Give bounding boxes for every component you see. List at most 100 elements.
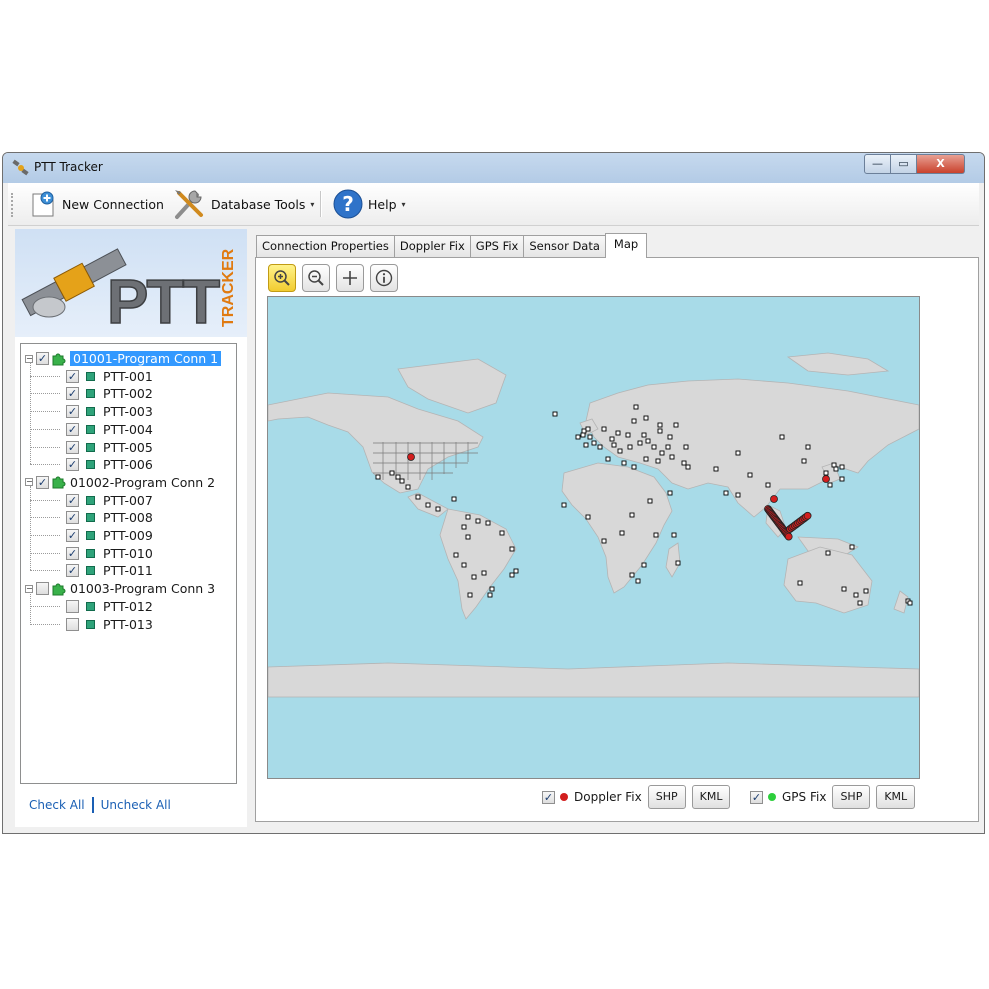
gps-fix-marker[interactable]: [667, 434, 673, 440]
gps-fix-marker[interactable]: [641, 432, 647, 438]
item-checkbox[interactable]: ✓: [66, 564, 79, 578]
tab-map[interactable]: Map: [604, 233, 648, 258]
gps-fix-marker[interactable]: [801, 458, 807, 464]
tree-item[interactable]: PTT-013: [66, 616, 153, 633]
tree-group-2[interactable]: − ✓ 01002-Program Conn 2: [25, 474, 215, 491]
gps-fix-marker[interactable]: [605, 456, 611, 462]
item-checkbox[interactable]: ✓: [66, 422, 79, 436]
item-checkbox[interactable]: ✓: [66, 493, 79, 507]
gps-fix-marker[interactable]: [611, 442, 617, 448]
gps-fix-marker[interactable]: [667, 490, 673, 496]
gps-fix-marker[interactable]: [587, 434, 593, 440]
gps-fix-marker[interactable]: [643, 456, 649, 462]
gps-fix-marker[interactable]: [489, 586, 495, 592]
tree-item[interactable]: ✓ PTT-006: [66, 456, 153, 473]
tree-item[interactable]: ✓ PTT-004: [66, 421, 153, 438]
world-map[interactable]: [267, 296, 920, 779]
gps-fix-marker[interactable]: [461, 524, 467, 530]
gps-fix-marker[interactable]: [619, 530, 625, 536]
gps-fix-marker[interactable]: [849, 544, 855, 550]
gps-fix-marker[interactable]: [655, 458, 661, 464]
gps-fix-marker[interactable]: [651, 444, 657, 450]
database-tools-button[interactable]: Database Tools ▾: [171, 188, 314, 220]
tab-sensor-data[interactable]: Sensor Data: [523, 235, 606, 257]
gps-fix-marker[interactable]: [405, 484, 411, 490]
tree-group-1[interactable]: − ✓ 01001-Program Conn 1: [25, 350, 222, 367]
gps-fix-marker[interactable]: [735, 492, 741, 498]
gps-fix-marker[interactable]: [471, 574, 477, 580]
tree-item[interactable]: ✓ PTT-005: [66, 439, 153, 456]
doppler-shp-button[interactable]: SHP: [647, 785, 686, 809]
gps-fix-marker[interactable]: [487, 592, 493, 598]
gps-fix-marker[interactable]: [509, 546, 515, 552]
doppler-fix-marker[interactable]: [407, 453, 415, 461]
group-checkbox[interactable]: ✓: [36, 352, 49, 365]
gps-fix-marker[interactable]: [621, 460, 627, 466]
gps-fix-marker[interactable]: [863, 588, 869, 594]
item-checkbox[interactable]: ✓: [66, 405, 79, 419]
gps-fix-marker[interactable]: [681, 460, 687, 466]
gps-fix-marker[interactable]: [671, 532, 677, 538]
tree-item[interactable]: ✓ PTT-001: [66, 368, 153, 385]
gps-fix-marker[interactable]: [395, 474, 401, 480]
gps-fix-checkbox[interactable]: ✓: [750, 790, 763, 804]
tab-doppler-fix[interactable]: Doppler Fix: [393, 235, 471, 257]
gps-fix-marker[interactable]: [627, 444, 633, 450]
gps-fix-marker[interactable]: [425, 502, 431, 508]
gps-fix-marker[interactable]: [461, 562, 467, 568]
tree-group-3[interactable]: − 01003-Program Conn 3: [25, 580, 215, 597]
gps-fix-marker[interactable]: [375, 474, 381, 480]
gps-fix-marker[interactable]: [481, 570, 487, 576]
item-checkbox[interactable]: ✓: [66, 529, 79, 542]
item-checkbox[interactable]: ✓: [66, 369, 79, 383]
tab-gps-fix[interactable]: GPS Fix: [469, 235, 525, 257]
tree-item[interactable]: ✓ PTT-008: [66, 509, 153, 526]
gps-fix-marker[interactable]: [827, 482, 833, 488]
collapse-icon[interactable]: −: [25, 354, 33, 363]
minimize-button[interactable]: —: [864, 154, 891, 174]
gps-fix-marker[interactable]: [643, 415, 649, 421]
gps-fix-marker[interactable]: [631, 464, 637, 470]
gps-fix-marker[interactable]: [561, 502, 567, 508]
identify-tool[interactable]: [370, 264, 398, 292]
gps-fix-marker[interactable]: [597, 444, 603, 450]
item-checkbox[interactable]: ✓: [66, 511, 79, 525]
gps-fix-marker[interactable]: [673, 422, 679, 428]
group-checkbox[interactable]: [36, 582, 49, 596]
gps-fix-marker[interactable]: [857, 600, 863, 606]
gps-fix-marker[interactable]: [601, 426, 607, 432]
gps-fix-marker[interactable]: [465, 514, 471, 520]
gps-fix-marker[interactable]: [629, 512, 635, 518]
toolbar-grip[interactable]: [11, 193, 15, 217]
gps-fix-marker[interactable]: [853, 592, 859, 598]
gps-fix-marker[interactable]: [601, 538, 607, 544]
doppler-fix-marker[interactable]: [822, 475, 830, 483]
tree-item[interactable]: ✓ PTT-009: [66, 527, 153, 544]
gps-fix-marker[interactable]: [631, 418, 637, 424]
gps-fix-marker[interactable]: [669, 454, 675, 460]
maximize-button[interactable]: ▭: [891, 154, 917, 174]
gps-fix-marker[interactable]: [499, 530, 505, 536]
gps-fix-marker[interactable]: [675, 560, 681, 566]
gps-fix-marker[interactable]: [723, 490, 729, 496]
gps-fix-marker[interactable]: [415, 494, 421, 500]
gps-fix-marker[interactable]: [615, 430, 621, 436]
gps-fix-marker[interactable]: [465, 534, 471, 540]
item-checkbox[interactable]: [66, 599, 79, 613]
gps-fix-marker[interactable]: [552, 411, 558, 417]
gps-fix-marker[interactable]: [583, 442, 589, 448]
item-checkbox[interactable]: ✓: [66, 440, 79, 454]
gps-fix-marker[interactable]: [657, 422, 663, 428]
gps-shp-button[interactable]: SHP: [832, 785, 871, 809]
ptt-tree-view[interactable]: − ✓ 01001-Program Conn 1 ✓ PTT-001 ✓ PTT-002 ✓ P…: [20, 343, 237, 784]
gps-fix-marker[interactable]: [453, 552, 459, 558]
zoom-out-tool[interactable]: [302, 264, 330, 292]
gps-fix-marker[interactable]: [581, 428, 587, 434]
gps-fix-marker[interactable]: [765, 482, 771, 488]
gps-fix-marker[interactable]: [841, 586, 847, 592]
gps-fix-marker[interactable]: [435, 506, 441, 512]
uncheck-all-link[interactable]: Uncheck All: [101, 798, 171, 812]
doppler-fix-marker[interactable]: [784, 532, 793, 541]
collapse-icon[interactable]: −: [25, 584, 33, 593]
gps-fix-marker[interactable]: [635, 578, 641, 584]
